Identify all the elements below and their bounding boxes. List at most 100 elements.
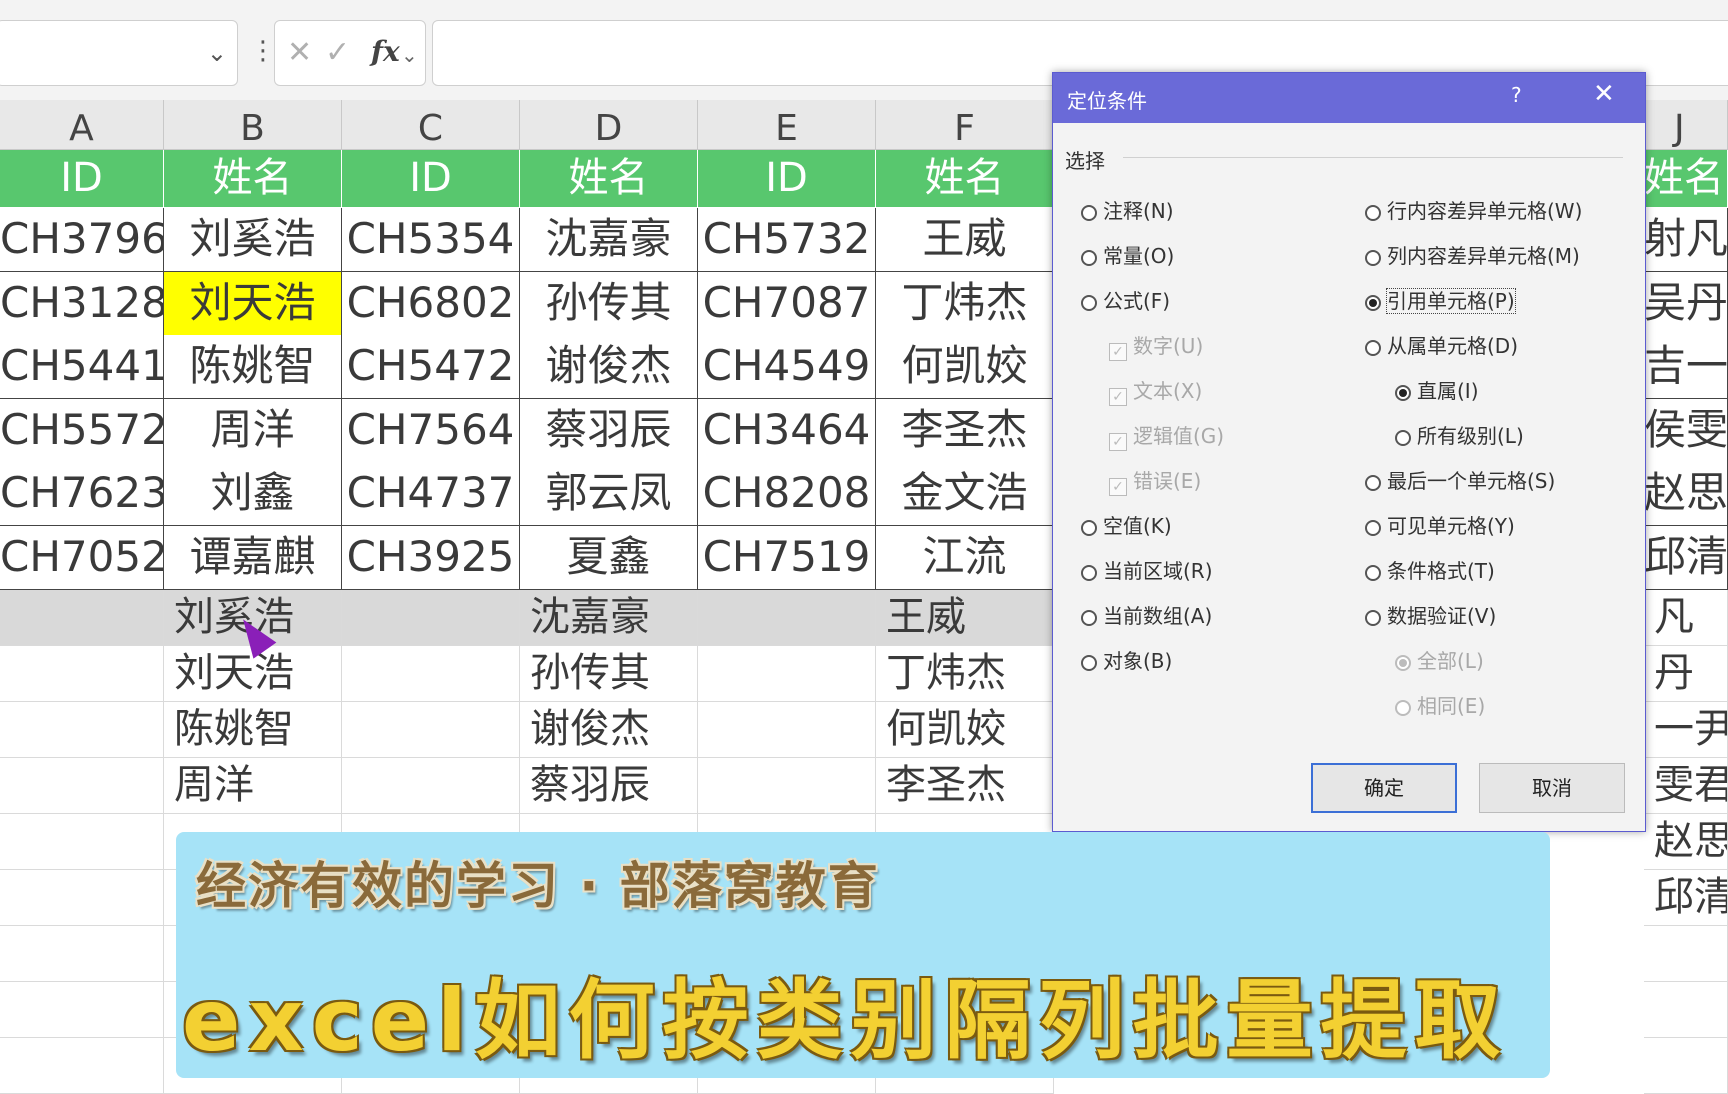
- option-column-differences[interactable]: 列内容差异单元格(M): [1365, 240, 1580, 269]
- table-cell[interactable]: [0, 870, 164, 926]
- header-cell[interactable]: ID: [342, 150, 520, 208]
- option-precedents[interactable]: 引用单元格(P): [1365, 285, 1516, 314]
- table-cell[interactable]: [342, 590, 520, 646]
- table-cell[interactable]: 陈姚智: [164, 702, 342, 758]
- radio-icon[interactable]: [1365, 205, 1381, 221]
- table-cell[interactable]: 陈姚智: [164, 335, 342, 399]
- radio-icon[interactable]: [1365, 520, 1381, 536]
- header-cell[interactable]: 姓名: [164, 150, 342, 208]
- table-cell[interactable]: 王威: [876, 590, 1054, 646]
- table-cell[interactable]: CH8208: [698, 462, 876, 526]
- table-cell[interactable]: [1644, 926, 1728, 982]
- radio-icon[interactable]: [1365, 565, 1381, 581]
- option-same[interactable]: 相同(E): [1395, 690, 1485, 719]
- option-all-levels[interactable]: 所有级别(L): [1395, 420, 1524, 449]
- option-errors[interactable]: ✓ 错误(E): [1109, 465, 1201, 496]
- option-blanks[interactable]: 空值(K): [1081, 510, 1172, 539]
- table-cell[interactable]: 何凯姣: [876, 702, 1054, 758]
- table-cell[interactable]: 夏鑫: [520, 525, 698, 590]
- option-last-cell[interactable]: 最后一个单元格(S): [1365, 465, 1555, 494]
- option-formulas[interactable]: 公式(F): [1081, 285, 1170, 314]
- table-cell[interactable]: CH7564: [342, 398, 520, 463]
- more-vertical-icon[interactable]: ⋮: [250, 36, 276, 66]
- name-box[interactable]: ⌄: [0, 20, 238, 86]
- table-cell[interactable]: 刘奚浩: [164, 208, 342, 272]
- table-cell[interactable]: 侯雯君: [1644, 398, 1728, 463]
- radio-icon[interactable]: [1365, 610, 1381, 626]
- table-cell[interactable]: 李圣杰: [876, 398, 1054, 463]
- table-cell[interactable]: 射凡: [1644, 208, 1728, 272]
- radio-icon[interactable]: [1365, 340, 1381, 356]
- table-cell[interactable]: 邱清怡: [1644, 870, 1728, 926]
- checkbox-icon[interactable]: ✓: [1109, 388, 1127, 406]
- radio-icon[interactable]: [1365, 250, 1381, 266]
- table-cell[interactable]: 周洋: [164, 758, 342, 814]
- radio-icon[interactable]: [1081, 565, 1097, 581]
- column-header-a[interactable]: A: [0, 100, 164, 150]
- table-cell[interactable]: CH3925: [342, 525, 520, 590]
- option-row-differences[interactable]: 行内容差异单元格(W): [1365, 195, 1582, 224]
- table-cell[interactable]: 赵思佳: [1644, 462, 1728, 526]
- ok-button[interactable]: 确定: [1311, 763, 1457, 813]
- table-cell[interactable]: CH5732: [698, 208, 876, 272]
- option-current-array[interactable]: 当前数组(A): [1081, 600, 1212, 629]
- option-numbers[interactable]: ✓ 数字(U): [1109, 330, 1203, 361]
- radio-icon[interactable]: [1395, 430, 1411, 446]
- table-cell[interactable]: 王威: [876, 208, 1054, 272]
- radio-icon[interactable]: [1081, 295, 1097, 311]
- table-cell[interactable]: [0, 590, 164, 646]
- column-header-f[interactable]: F: [876, 100, 1054, 150]
- table-cell[interactable]: [0, 982, 164, 1038]
- radio-selected-icon[interactable]: [1395, 385, 1411, 401]
- cancel-button[interactable]: 取消: [1479, 763, 1625, 813]
- table-cell[interactable]: 刘天浩: [164, 271, 342, 336]
- option-text[interactable]: ✓ 文本(X): [1109, 375, 1202, 406]
- header-cell[interactable]: ID: [0, 150, 164, 208]
- table-cell[interactable]: [0, 926, 164, 982]
- radio-icon[interactable]: [1395, 700, 1411, 716]
- radio-selected-icon[interactable]: [1365, 295, 1381, 311]
- header-cell[interactable]: 姓名: [1644, 150, 1728, 208]
- table-cell[interactable]: [342, 702, 520, 758]
- checkbox-icon[interactable]: ✓: [1109, 343, 1127, 361]
- table-cell[interactable]: 江流: [876, 525, 1054, 590]
- table-cell[interactable]: CH6802: [342, 271, 520, 336]
- table-cell[interactable]: [0, 814, 164, 870]
- table-cell[interactable]: [698, 646, 876, 702]
- table-cell[interactable]: CH3796: [0, 208, 164, 272]
- table-cell[interactable]: 丁炜杰: [876, 646, 1054, 702]
- column-header-d[interactable]: D: [520, 100, 698, 150]
- checkbox-icon[interactable]: ✓: [1109, 478, 1127, 496]
- header-cell[interactable]: ID: [698, 150, 876, 208]
- table-cell[interactable]: CH7623: [0, 462, 164, 526]
- table-cell[interactable]: 吉一尹: [1644, 335, 1728, 399]
- close-icon[interactable]: ✕: [1593, 79, 1615, 109]
- table-cell[interactable]: [0, 702, 164, 758]
- table-cell[interactable]: 李圣杰: [876, 758, 1054, 814]
- table-cell[interactable]: CH7052: [0, 525, 164, 590]
- help-icon[interactable]: ?: [1511, 83, 1522, 107]
- table-cell[interactable]: CH5472: [342, 335, 520, 399]
- radio-selected-icon[interactable]: [1395, 655, 1411, 671]
- table-cell[interactable]: [698, 758, 876, 814]
- table-cell[interactable]: 丁炜杰: [876, 271, 1054, 336]
- table-cell[interactable]: 谢俊杰: [520, 335, 698, 399]
- table-cell[interactable]: [1644, 1038, 1728, 1094]
- table-cell[interactable]: 金文浩: [876, 462, 1054, 526]
- radio-icon[interactable]: [1081, 250, 1097, 266]
- cancel-icon[interactable]: ✕: [287, 35, 312, 70]
- table-cell[interactable]: [698, 590, 876, 646]
- option-direct-only[interactable]: 直属(I): [1395, 375, 1479, 404]
- table-cell[interactable]: CH4549: [698, 335, 876, 399]
- table-cell[interactable]: [698, 702, 876, 758]
- radio-icon[interactable]: [1081, 205, 1097, 221]
- table-cell[interactable]: 凡: [1644, 590, 1728, 646]
- radio-icon[interactable]: [1081, 610, 1097, 626]
- table-cell[interactable]: 丹: [1644, 646, 1728, 702]
- option-conditional-formats[interactable]: 条件格式(T): [1365, 555, 1495, 584]
- table-cell[interactable]: 刘鑫: [164, 462, 342, 526]
- table-cell[interactable]: 沈嘉豪: [520, 590, 698, 646]
- table-cell[interactable]: 孙传其: [520, 646, 698, 702]
- table-cell[interactable]: [0, 1038, 164, 1094]
- option-data-validation[interactable]: 数据验证(V): [1365, 600, 1496, 629]
